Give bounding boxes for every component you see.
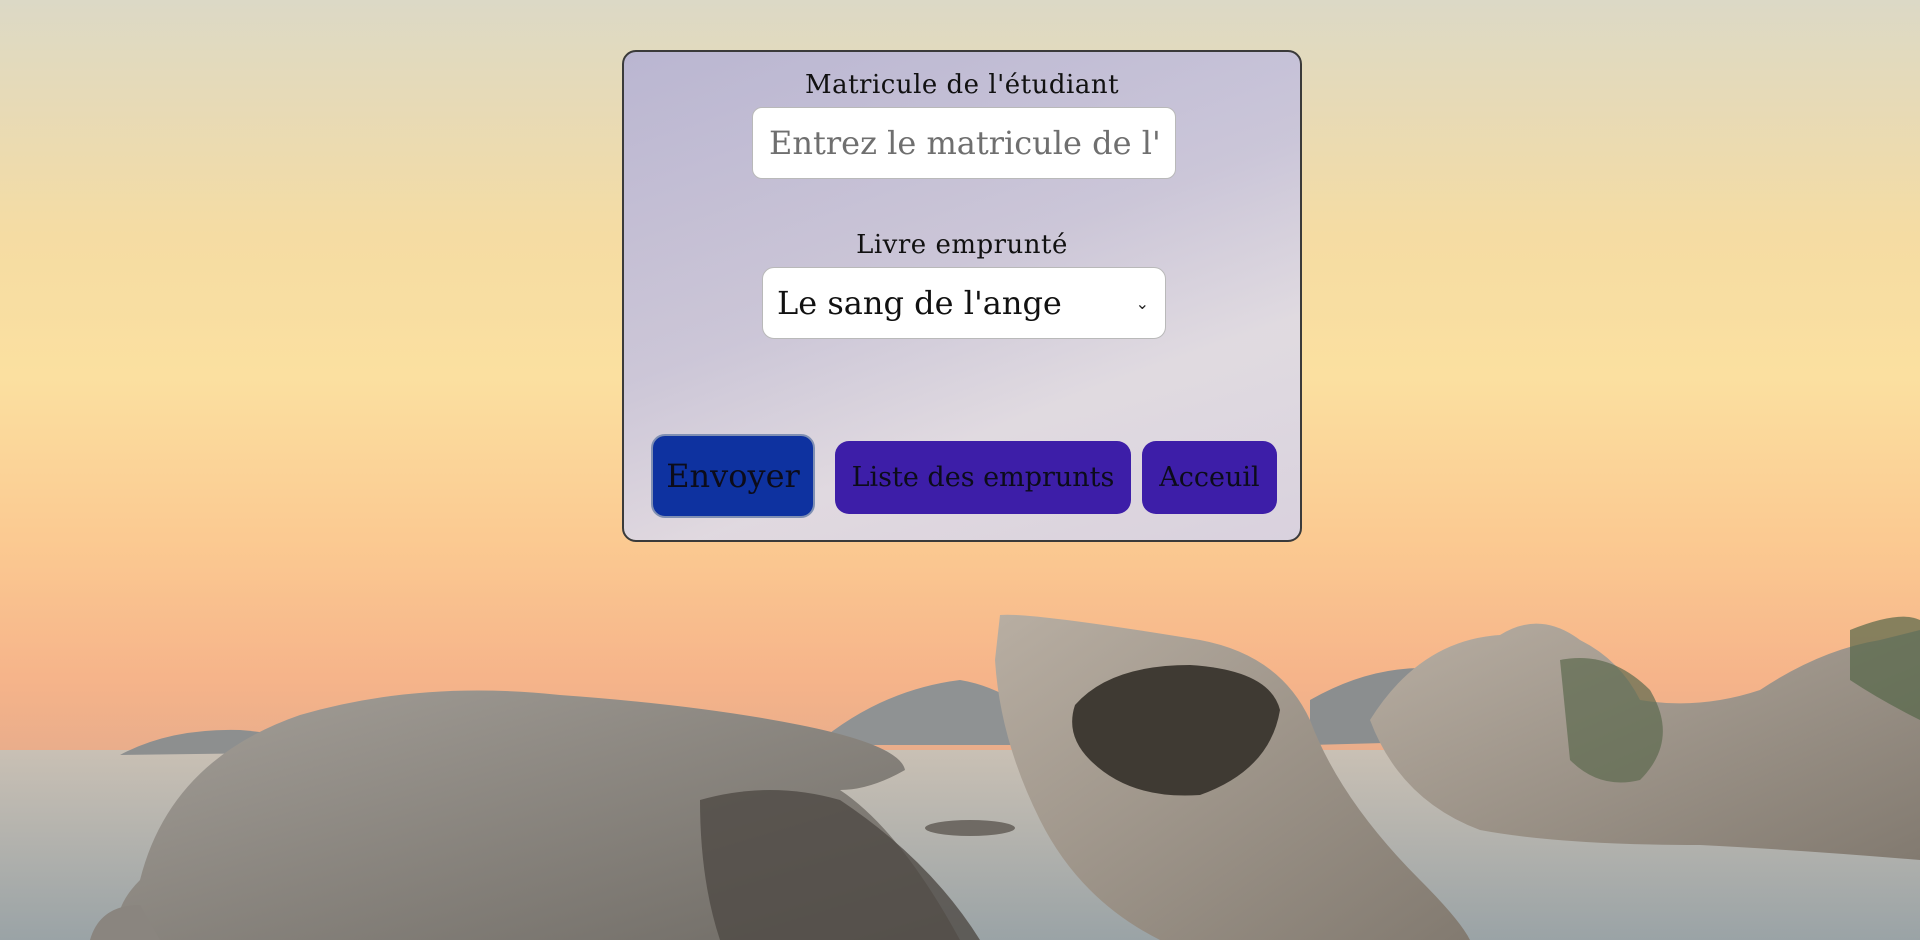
borrowed-book-label: Livre emprunté	[856, 230, 1068, 260]
student-id-input[interactable]	[752, 107, 1176, 179]
student-id-label: Matricule de l'étudiant	[804, 70, 1120, 100]
loan-form-card: Matricule de l'étudiant Livre emprunté L…	[622, 50, 1302, 542]
chevron-down-icon: ⌄	[1135, 293, 1149, 313]
loans-list-button[interactable]: Liste des emprunts	[835, 441, 1131, 514]
borrowed-book-select[interactable]: Le sang de l'ange ⌄	[762, 267, 1166, 339]
borrowed-book-selected-value: Le sang de l'ange	[777, 284, 1062, 322]
submit-button[interactable]: Envoyer	[651, 434, 815, 518]
home-button[interactable]: Acceuil	[1142, 441, 1277, 514]
